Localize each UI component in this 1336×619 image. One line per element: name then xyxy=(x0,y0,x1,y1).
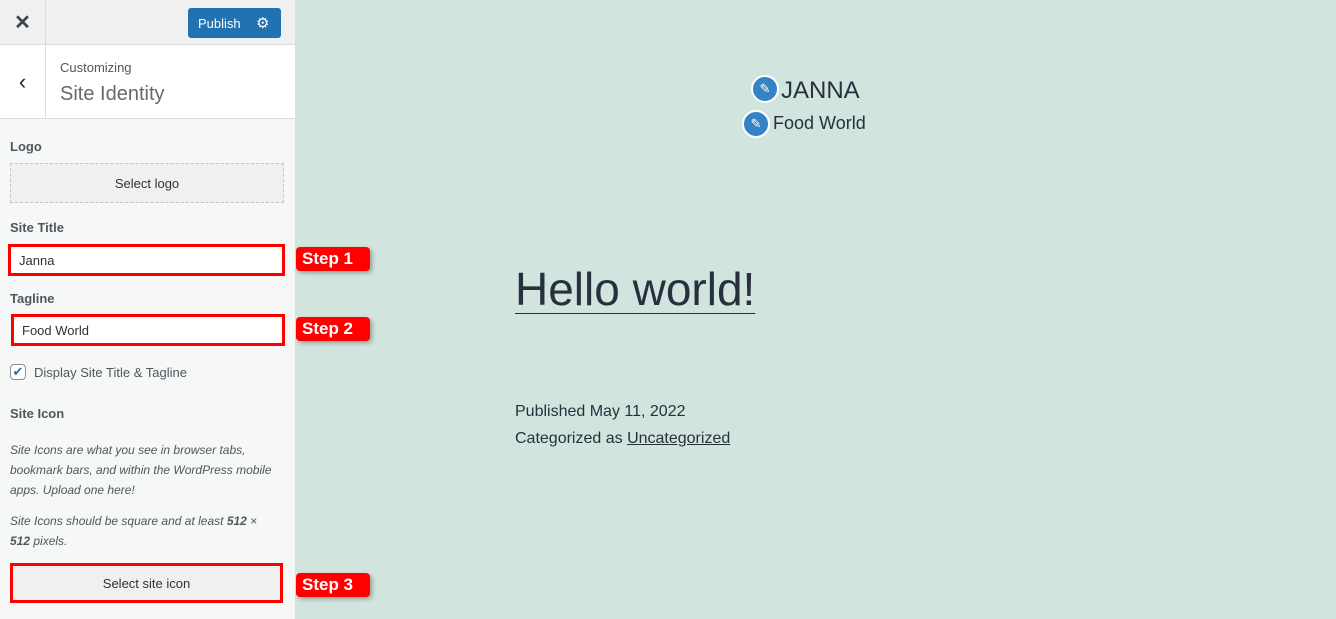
note-size: 512 xyxy=(10,534,31,548)
note-size: 512 xyxy=(226,514,247,528)
customizer-sidebar: ✕ Publish ⚙ ‹ Customizing Site Identity … xyxy=(0,0,296,619)
published-prefix: Published xyxy=(515,403,590,420)
site-icon-description: Site Icons are what you see in browser t… xyxy=(10,443,272,497)
tagline-label: Tagline xyxy=(10,291,55,306)
gear-icon[interactable]: ⚙ xyxy=(256,14,269,32)
breadcrumb: Customizing xyxy=(60,60,132,75)
edit-pencil-icon[interactable]: ✎ xyxy=(751,75,779,103)
close-icon[interactable]: ✕ xyxy=(0,0,46,45)
customizer-topbar: ✕ Publish ⚙ xyxy=(0,0,295,45)
select-site-icon-button[interactable]: Select site icon xyxy=(10,563,283,603)
step-3-annotation: Step 3 xyxy=(296,573,370,597)
site-icon-label: Site Icon xyxy=(10,406,65,421)
note-text: Site Icons should be square and at least xyxy=(10,514,227,528)
post-category: Categorized as Uncategorized xyxy=(515,430,730,448)
logo-label: Logo xyxy=(10,139,42,154)
select-logo-button[interactable]: Select logo xyxy=(10,163,284,203)
tagline-input[interactable]: Food World xyxy=(11,314,285,346)
note-times: × xyxy=(246,514,258,528)
site-title-label: Site Title xyxy=(10,220,64,235)
display-title-label[interactable]: Display Site Title & Tagline xyxy=(34,365,187,380)
site-icon-size-note: Site Icons should be square and at least… xyxy=(10,511,280,551)
display-title-checkbox[interactable]: ✔ xyxy=(10,364,26,380)
publish-button[interactable]: Publish ⚙ xyxy=(188,8,281,38)
published-date: May 11, 2022 xyxy=(589,403,686,420)
step-2-annotation: Step 2 xyxy=(296,317,370,341)
category-link[interactable]: Uncategorized xyxy=(627,430,730,447)
category-prefix: Categorized as xyxy=(515,430,628,447)
preview-tagline: Food World xyxy=(773,113,866,133)
post-published: Published May 11, 2022 xyxy=(515,403,685,421)
site-title-input[interactable]: Janna xyxy=(8,244,285,276)
section-title: Site Identity xyxy=(60,83,165,105)
post-title-link[interactable]: Hello world! xyxy=(515,262,755,316)
edit-pencil-icon[interactable]: ✎ xyxy=(742,110,770,138)
preview-site-title[interactable]: JANNA xyxy=(781,77,860,105)
section-header: ‹ Customizing Site Identity xyxy=(0,45,295,119)
step-1-annotation: Step 1 xyxy=(296,247,370,271)
chevron-left-icon[interactable]: ‹ xyxy=(0,45,46,119)
publish-label[interactable]: Publish xyxy=(188,16,256,31)
note-text: pixels. xyxy=(30,534,68,548)
